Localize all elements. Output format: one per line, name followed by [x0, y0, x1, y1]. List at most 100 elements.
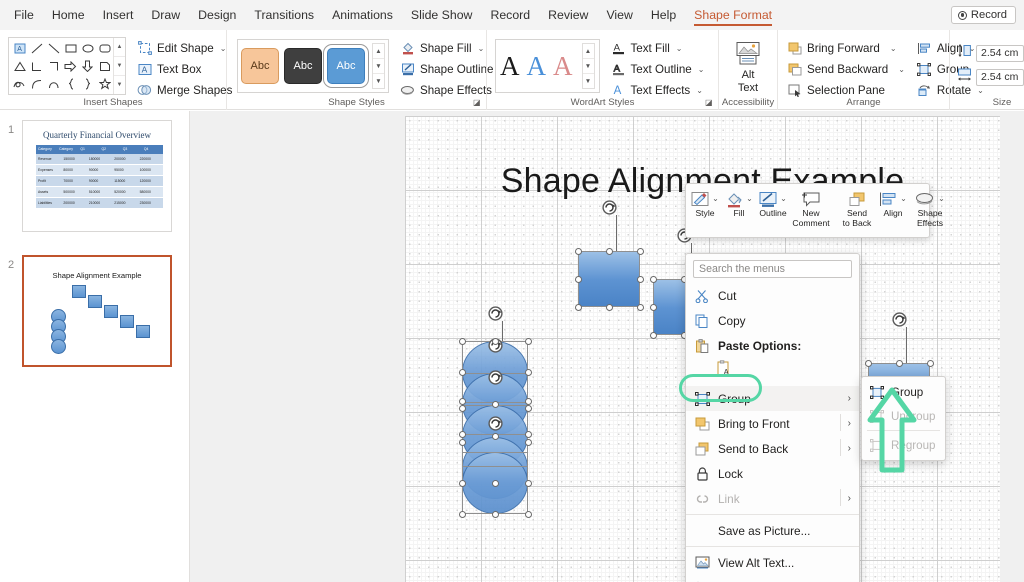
styles-scroll-down-icon[interactable]: ▼: [373, 59, 384, 74]
menu-item-insert[interactable]: Insert: [94, 0, 143, 30]
send-backward-button[interactable]: Send Backward ⌄: [784, 60, 908, 78]
shape-rounded-rect-icon[interactable]: [96, 39, 113, 57]
handle[interactable]: [458, 397, 466, 405]
context-menu-item-copy[interactable]: Copy: [686, 308, 859, 333]
mini-new-comment-button[interactable]: New Comment: [790, 187, 832, 228]
context-menu-item-bring-to-front[interactable]: Bring to Front ›: [686, 411, 859, 436]
shape-line-icon[interactable]: [28, 39, 45, 57]
handle[interactable]: [458, 510, 466, 518]
chevron-down-icon[interactable]: ⌄: [898, 65, 905, 74]
shape-width-input[interactable]: 2.54 cm: [976, 68, 1024, 86]
shape-oval-icon[interactable]: [79, 39, 96, 57]
handle[interactable]: [524, 510, 532, 518]
mini-style-button[interactable]: ⌄ Style: [688, 187, 722, 219]
shapes-gallery[interactable]: A ▲ ▼ ▼: [8, 37, 126, 95]
handle[interactable]: [524, 397, 532, 405]
chevron-down-icon[interactable]: ⌄: [698, 65, 705, 74]
handle[interactable]: [491, 432, 499, 440]
context-menu-item-lock[interactable]: Lock: [686, 461, 859, 486]
context-menu-item-group[interactable]: Group ›: [686, 386, 859, 411]
shape-right-brace-icon[interactable]: [79, 75, 96, 93]
shape-textbox-icon[interactable]: A: [11, 39, 28, 57]
slide-thumbnail-2[interactable]: 2 Shape Alignment Example: [8, 255, 172, 367]
handle[interactable]: [458, 337, 466, 345]
handle[interactable]: [574, 247, 582, 255]
menu-item-record[interactable]: Record: [481, 0, 539, 30]
handle[interactable]: [605, 303, 613, 311]
shape-styles-scrollbar[interactable]: ▲ ▼ ▼: [372, 43, 385, 89]
menu-item-design[interactable]: Design: [189, 0, 245, 30]
wordart-scrollbar[interactable]: ▲ ▼ ▼: [581, 43, 595, 89]
handle[interactable]: [636, 275, 644, 283]
chevron-down-icon[interactable]: ⌄: [746, 194, 753, 204]
rotate-handle-square-1[interactable]: [601, 200, 617, 215]
shape-style-thumb-1[interactable]: Abc: [241, 48, 279, 84]
handle[interactable]: [605, 247, 613, 255]
styles-scroll-up-icon[interactable]: ▲: [373, 44, 384, 59]
shape-down-arrow-icon[interactable]: [79, 57, 96, 75]
rotate-handle-square-5[interactable]: [891, 312, 907, 327]
handle[interactable]: [524, 337, 532, 345]
shape-scribble-icon[interactable]: [11, 75, 28, 93]
alt-text-button[interactable]: Alt Text: [719, 39, 777, 95]
handle[interactable]: [636, 247, 644, 255]
handle[interactable]: [491, 400, 499, 408]
shape-rectangle-icon[interactable]: [62, 39, 79, 57]
chevron-down-icon[interactable]: ⌄: [478, 44, 485, 53]
context-menu[interactable]: Search the menus Cut Copy Paste Options:…: [685, 253, 860, 582]
menu-item-help[interactable]: Help: [642, 0, 685, 30]
shape-left-brace-icon[interactable]: [62, 75, 79, 93]
chevron-down-icon[interactable]: ⌄: [780, 194, 787, 204]
shapes-scroll-more-icon[interactable]: ▼: [114, 76, 125, 94]
handle[interactable]: [649, 331, 657, 339]
paste-keep-formatting-icon[interactable]: A: [716, 360, 732, 381]
chevron-down-icon[interactable]: ⌄: [696, 86, 703, 95]
shape-elbow-connector-icon[interactable]: [28, 57, 45, 75]
chevron-down-icon[interactable]: ⌄: [676, 44, 683, 53]
chevron-down-icon[interactable]: ⌄: [938, 194, 945, 204]
chevron-right-icon[interactable]: ›: [838, 414, 851, 431]
context-menu-item-size-and-position[interactable]: Size and Position...: [686, 575, 859, 582]
menu-item-file[interactable]: File: [0, 0, 43, 30]
chevron-right-icon[interactable]: ›: [838, 439, 851, 456]
mini-outline-button[interactable]: ⌄ Outline: [756, 187, 790, 219]
rotate-handle-circle-3[interactable]: [487, 416, 503, 431]
shape-right-arrow-icon[interactable]: [62, 57, 79, 75]
context-menu-item-view-alt-text[interactable]: View Alt Text...: [686, 550, 859, 575]
text-fill-button[interactable]: A Text Fill ⌄: [608, 39, 708, 57]
handle[interactable]: [491, 510, 499, 518]
shape-style-thumb-2[interactable]: Abc: [284, 48, 322, 84]
context-menu-item-cut[interactable]: Cut: [686, 283, 859, 308]
wordart-thumb-1[interactable]: A: [500, 52, 520, 80]
handle[interactable]: [864, 359, 872, 367]
shape-star-icon[interactable]: [96, 75, 113, 93]
text-outline-button[interactable]: A Text Outline ⌄: [608, 60, 708, 78]
handle[interactable]: [649, 303, 657, 311]
handle[interactable]: [458, 438, 466, 446]
shape-curve-icon[interactable]: [28, 75, 45, 93]
slide-thumbnail-1[interactable]: 1 Quarterly Financial Overview Category …: [8, 120, 172, 232]
handle[interactable]: [649, 275, 657, 283]
mini-align-button[interactable]: ⌄ Align: [876, 187, 910, 219]
group-submenu[interactable]: Group Ungroup Regroup: [861, 376, 946, 461]
shape-styles-gallery[interactable]: Abc Abc Abc ▲ ▼ ▼: [237, 39, 389, 93]
wordart-dialog-launcher[interactable]: ◪: [705, 98, 714, 107]
handle[interactable]: [636, 303, 644, 311]
handle[interactable]: [524, 438, 532, 446]
menu-item-transitions[interactable]: Transitions: [245, 0, 323, 30]
submenu-item-group[interactable]: Group: [862, 380, 945, 404]
handle[interactable]: [458, 368, 466, 376]
wordart-scroll-down-icon[interactable]: ▼: [582, 59, 594, 74]
shapes-scroll-down-icon[interactable]: ▼: [114, 57, 125, 76]
bring-forward-button[interactable]: Bring Forward ⌄: [784, 39, 908, 57]
shape-styles-dialog-launcher[interactable]: ◪: [473, 98, 482, 107]
wordart-thumb-3[interactable]: A: [553, 52, 573, 80]
context-menu-item-save-as-picture[interactable]: Save as Picture...: [686, 518, 859, 543]
styles-scroll-more-icon[interactable]: ▼: [373, 74, 384, 88]
wordart-scroll-more-icon[interactable]: ▼: [583, 74, 594, 88]
handle[interactable]: [926, 359, 934, 367]
context-menu-item-send-to-back[interactable]: Send to Back ›: [686, 436, 859, 461]
shapes-gallery-scrollbar[interactable]: ▲ ▼ ▼: [113, 38, 125, 94]
chevron-right-icon[interactable]: ›: [848, 393, 851, 404]
rotate-handle-circle-2[interactable]: [487, 370, 503, 385]
